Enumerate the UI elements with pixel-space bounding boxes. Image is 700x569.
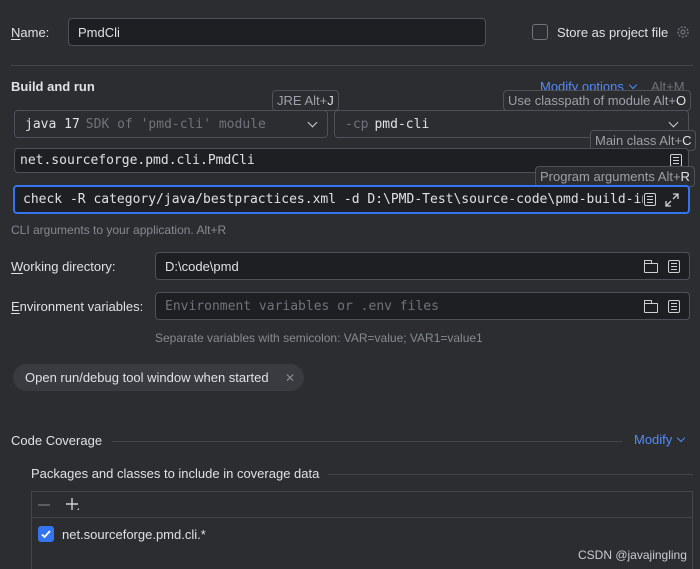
cli-hint: CLI arguments to your application. Alt+R — [11, 223, 227, 237]
expand-icon[interactable] — [664, 192, 680, 208]
main-class-value: net.sourceforge.pmd.cli.PmdCli — [20, 153, 255, 168]
coverage-modify-link[interactable]: Modify — [634, 432, 686, 447]
working-dir-input[interactable]: D:\code\pmd — [155, 252, 690, 280]
working-dir-value: D:\code\pmd — [165, 258, 239, 274]
env-label: Environment variables: — [11, 299, 144, 314]
list-item[interactable]: net.sourceforge.pmd.cli.* — [38, 524, 206, 544]
open-tool-window-chip[interactable]: Open run/debug tool window when started … — [13, 364, 304, 391]
folder-icon[interactable] — [643, 300, 658, 313]
jdk-detail: SDK of 'pmd-cli' module — [85, 116, 266, 132]
jdk-select[interactable]: java 17 SDK of 'pmd-cli' module — [14, 110, 328, 138]
env-input[interactable]: Environment variables or .env files — [155, 292, 690, 320]
chevron-down-icon — [668, 117, 679, 128]
remove-icon[interactable] — [38, 504, 50, 506]
classpath-hint: Use classpath of module Alt+O — [503, 90, 692, 111]
folder-icon[interactable] — [643, 260, 658, 273]
working-dir-label: Working directory: — [11, 259, 116, 274]
jre-hint: JRE Alt+J — [272, 90, 339, 111]
package-label: net.sourceforge.pmd.cli.* — [62, 526, 206, 542]
coverage-separator — [112, 441, 622, 442]
name-value: PmdCli — [78, 24, 120, 40]
close-icon[interactable]: ✕ — [285, 371, 295, 385]
name-label: Name: — [11, 25, 50, 40]
name-input[interactable]: PmdCli — [68, 18, 486, 46]
store-label[interactable]: Store as project file — [557, 25, 668, 40]
coverage-toolbar — [32, 492, 692, 518]
program-args-input[interactable]: check -R category/java/bestpractices.xml… — [13, 185, 690, 214]
store-checkbox[interactable] — [532, 24, 548, 40]
program-args-hint: Program arguments Alt+R — [535, 166, 695, 187]
package-checkbox[interactable] — [38, 526, 54, 542]
cp-flag: -cp — [345, 116, 369, 132]
separator — [11, 65, 693, 66]
env-placeholder: Environment variables or .env files — [165, 298, 439, 314]
open-tool-window-label: Open run/debug tool window when started — [25, 370, 269, 385]
browse-list-icon[interactable] — [644, 193, 656, 206]
browse-list-icon[interactable] — [668, 260, 680, 273]
jdk-name: java 17 — [25, 116, 80, 132]
program-args-value: check -R category/java/bestpractices.xml… — [23, 192, 643, 207]
code-coverage-title: Code Coverage — [11, 433, 103, 448]
watermark: CSDN @javajingling — [578, 548, 687, 562]
build-run-title: Build and run — [11, 79, 95, 94]
browse-list-icon[interactable] — [668, 300, 680, 313]
cp-module: pmd-cli — [374, 116, 430, 132]
packages-separator — [328, 474, 693, 475]
packages-title: Packages and classes to include in cover… — [31, 466, 320, 481]
add-icon[interactable] — [65, 497, 81, 513]
env-hint: Separate variables with semicolon: VAR=v… — [155, 331, 483, 345]
chevron-down-icon — [307, 117, 318, 128]
gear-icon[interactable] — [675, 24, 691, 40]
